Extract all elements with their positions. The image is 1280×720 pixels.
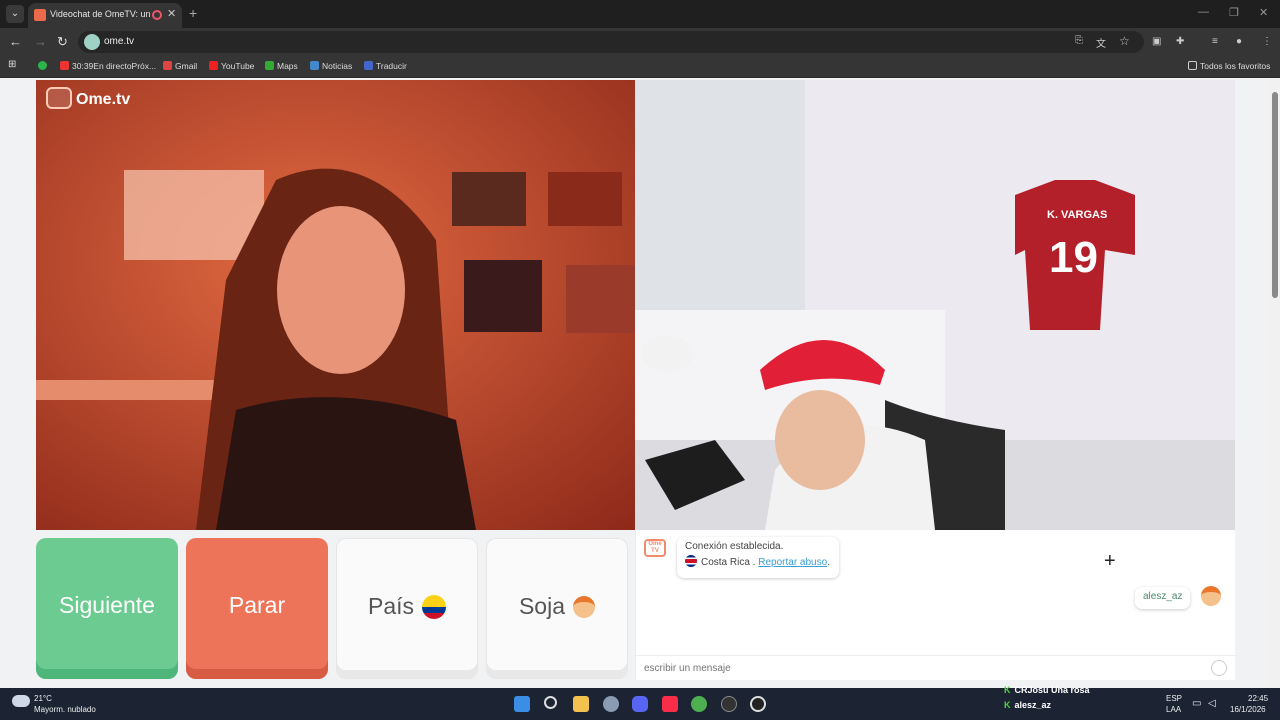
- bookmark-item[interactable]: YouTube: [209, 61, 254, 71]
- bookmarks-bar: ⊞ 30:39En directoPróx... Gmail YouTube M…: [0, 56, 1280, 78]
- stop-button[interactable]: Parar: [186, 538, 328, 679]
- tab-search-button[interactable]: ⌄: [6, 5, 24, 23]
- jersey-name: K. VARGAS: [1047, 209, 1107, 221]
- emoji-icon[interactable]: [1211, 660, 1227, 676]
- ometv-favicon-icon: [34, 9, 46, 21]
- colombia-flag-icon: [422, 595, 447, 619]
- puzzle-icon[interactable]: ✚: [1176, 36, 1184, 47]
- app-icon[interactable]: [721, 696, 737, 712]
- whatsapp-icon[interactable]: [38, 61, 50, 71]
- weather-description[interactable]: Mayorm. nublado: [34, 705, 96, 714]
- windows-start-icon[interactable]: [514, 696, 530, 712]
- extension-icon[interactable]: ▣: [1152, 36, 1161, 47]
- costa-rica-flag-icon: [685, 555, 697, 567]
- taskbar: 21°C Mayorm. nublado K CRJosu Una rosa Ka…: [0, 685, 1280, 720]
- tab-strip: ⌄ Videochat de OmeTV: una ✕ + — ❐ ✕: [0, 0, 1280, 28]
- bookmark-item[interactable]: Traducir: [364, 61, 407, 71]
- chrome-icon[interactable]: [691, 696, 707, 712]
- user-avatar-icon: [1201, 586, 1221, 606]
- volume-icon[interactable]: ◁: [1208, 698, 1216, 709]
- country-line: Costa Rica . Reportar abuso.: [685, 555, 831, 568]
- media-icon[interactable]: ≡: [1212, 36, 1218, 47]
- close-window-icon[interactable]: ✕: [1259, 6, 1268, 19]
- jersey-number: 19: [1049, 233, 1098, 282]
- new-tab-button[interactable]: +: [189, 5, 197, 21]
- scrollbar-thumb[interactable]: [1272, 92, 1278, 298]
- star-bookmark-icon[interactable]: ☆: [1119, 34, 1130, 48]
- translate-icon[interactable]: 文: [1096, 35, 1106, 50]
- stranger-video-frame: [36, 80, 635, 530]
- bookmark-item[interactable]: Noticias: [310, 61, 352, 71]
- url-text: ome.tv: [104, 36, 135, 47]
- message-input[interactable]: [642, 660, 1202, 676]
- ometv-logo[interactable]: Ome.tv: [46, 87, 130, 109]
- cast-icon[interactable]: ⎘: [1075, 35, 1083, 46]
- apple-music-icon[interactable]: [662, 696, 678, 712]
- chat-panel: Ome TV Conexión establecida. Costa Rica .…: [635, 530, 1236, 680]
- all-bookmarks-folder[interactable]: Todos los favoritos: [1188, 61, 1270, 71]
- profile-icon[interactable]: ●: [1236, 36, 1242, 47]
- stranger-video: Ome.tv: [36, 80, 635, 530]
- cloud-weather-icon[interactable]: [12, 695, 30, 707]
- username-tag: alesz_az: [1135, 587, 1191, 609]
- report-abuse-link[interactable]: Reportar abuso: [758, 557, 827, 568]
- temperature[interactable]: 21°C: [34, 694, 52, 703]
- reload-icon[interactable]: ↻: [57, 34, 68, 50]
- tab-title: Videochat de OmeTV: una: [50, 9, 150, 19]
- local-video: K. VARGAS 19: [635, 80, 1235, 530]
- boy-face-icon: [573, 596, 596, 618]
- clock-time[interactable]: 22:45: [1248, 694, 1268, 703]
- forward-icon[interactable]: →: [34, 34, 47, 49]
- next-button[interactable]: Siguiente: [36, 538, 178, 679]
- bookmark-item[interactable]: Gmail: [163, 61, 197, 71]
- bookmark-item[interactable]: Maps: [265, 61, 298, 71]
- ometv-avatar-icon: Ome TV: [644, 539, 666, 557]
- recording-icon: [152, 10, 162, 20]
- language-indicator[interactable]: ESP: [1166, 694, 1182, 703]
- back-icon[interactable]: ←: [9, 34, 22, 49]
- bookmark-item[interactable]: 30:39En directoPróx...: [60, 61, 156, 71]
- site-info-icon[interactable]: [84, 34, 100, 50]
- file-explorer-icon[interactable]: [573, 696, 589, 712]
- menu-icon[interactable]: ⋮: [1262, 36, 1272, 47]
- apps-grid-icon[interactable]: ⊞: [8, 59, 16, 70]
- media-player-icon[interactable]: [750, 696, 766, 712]
- country-filter-button[interactable]: País: [336, 538, 478, 679]
- minimize-icon[interactable]: —: [1198, 6, 1209, 18]
- network-icon[interactable]: ▭: [1192, 698, 1201, 709]
- cursor-crosshair-icon: +: [1104, 550, 1116, 572]
- settings-gear-icon[interactable]: [603, 696, 619, 712]
- maximize-icon[interactable]: ❐: [1229, 6, 1239, 19]
- gender-filter-button[interactable]: Soja: [486, 538, 628, 679]
- system-message: Conexión establecida. Costa Rica . Repor…: [677, 537, 839, 578]
- stream-overlay-line: Kalesz_az: [1004, 700, 1052, 710]
- clock-date[interactable]: 16/1/2026: [1230, 705, 1266, 714]
- connection-text: Conexión establecida.: [685, 541, 784, 552]
- local-video-frame: K. VARGAS 19: [635, 80, 1235, 530]
- browser-toolbar: ← → ↻ ome.tv ⎘ 文 ☆ ▣ ✚ ≡ ● ⋮: [0, 28, 1280, 56]
- active-tab[interactable]: Videochat de OmeTV: una ✕: [28, 3, 182, 28]
- discord-icon[interactable]: [632, 696, 648, 712]
- stream-overlay-line: K CRJosu Una rosa: [1004, 685, 1090, 695]
- keyboard-layout[interactable]: LAA: [1166, 705, 1181, 714]
- address-bar[interactable]: ome.tv ⎘ 文 ☆: [78, 31, 1144, 53]
- close-tab-icon[interactable]: ✕: [167, 7, 176, 20]
- search-icon[interactable]: [544, 696, 557, 709]
- message-bar: [636, 655, 1236, 680]
